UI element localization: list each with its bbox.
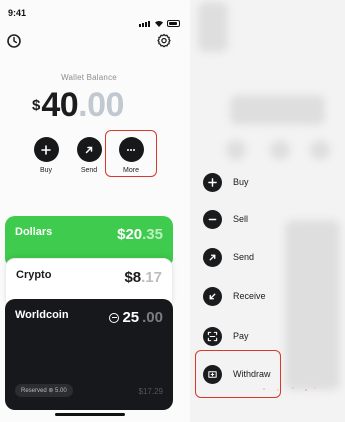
blurred-background (270, 140, 290, 160)
arrow-up-right-icon (76, 137, 102, 162)
plus-icon (33, 137, 59, 162)
signal-icon (139, 9, 151, 27)
decorative-dots (263, 387, 316, 391)
status-icons (139, 9, 180, 27)
more-menu-screen: Buy Sell Send Receive Pay Withdraw (190, 0, 345, 422)
minus-icon (203, 209, 222, 229)
menu-item-receive[interactable]: Receive (203, 286, 266, 306)
crypto-card-name: Crypto (16, 269, 52, 281)
worldcoin-card-name: Worldcoin (15, 309, 69, 321)
menu-item-buy[interactable]: Buy (203, 172, 249, 192)
arrow-up-right-icon (203, 247, 222, 267)
more-highlight-box (105, 130, 157, 177)
wallet-balance-label: Wallet Balance (61, 73, 117, 82)
worldcoin-card[interactable]: Worldcoin 25.00 Reserved ⊛ 5.00 $17.29 (5, 299, 173, 410)
worldcoin-card-amount: 25.00 (109, 309, 163, 326)
plus-icon (203, 172, 222, 192)
send-label: Send (80, 167, 98, 174)
reserved-badge: Reserved ⊛ 5.00 (15, 384, 73, 397)
worldcoin-fiat-value: $17.29 (138, 387, 163, 396)
menu-item-label: Receive (233, 291, 266, 301)
blurred-background (226, 140, 246, 160)
blurred-background (310, 140, 330, 160)
history-clock-icon[interactable] (6, 33, 22, 49)
home-indicator (55, 413, 125, 416)
scan-icon (203, 326, 222, 346)
menu-item-label: Sell (233, 214, 249, 224)
wallet-screen: 9:41 Wallet Balance $ 40 .00 Buy Send Mo… (0, 0, 190, 422)
buy-label: Buy (39, 167, 53, 174)
status-time: 9:41 (8, 8, 27, 18)
arrow-down-left-icon (203, 286, 222, 306)
balance-decimals: .00 (78, 86, 124, 124)
battery-icon (167, 20, 180, 27)
settings-gear-icon[interactable] (156, 33, 172, 49)
menu-item-sell[interactable]: Sell (203, 209, 248, 229)
buy-button[interactable]: Buy (26, 137, 66, 174)
wifi-icon (155, 20, 163, 27)
balance-integer: 40 (41, 86, 79, 124)
menu-item-pay[interactable]: Pay (203, 326, 249, 346)
wallet-balance: $ 40 .00 (32, 86, 124, 125)
blurred-background (230, 95, 325, 125)
menu-item-label: Send (233, 252, 255, 262)
crypto-card-amount: $8.17 (124, 269, 162, 286)
blurred-background (198, 2, 228, 52)
send-button[interactable]: Send (69, 137, 109, 174)
menu-item-send[interactable]: Send (203, 247, 254, 267)
balance-currency: $ (32, 97, 41, 114)
menu-item-label: Buy (233, 177, 249, 187)
dollars-card-name: Dollars (15, 226, 53, 238)
blurred-background (285, 220, 340, 390)
dollars-card-amount: $20.35 (117, 226, 163, 243)
menu-item-label: Pay (233, 331, 249, 341)
worldcoin-logo-icon (109, 312, 120, 323)
